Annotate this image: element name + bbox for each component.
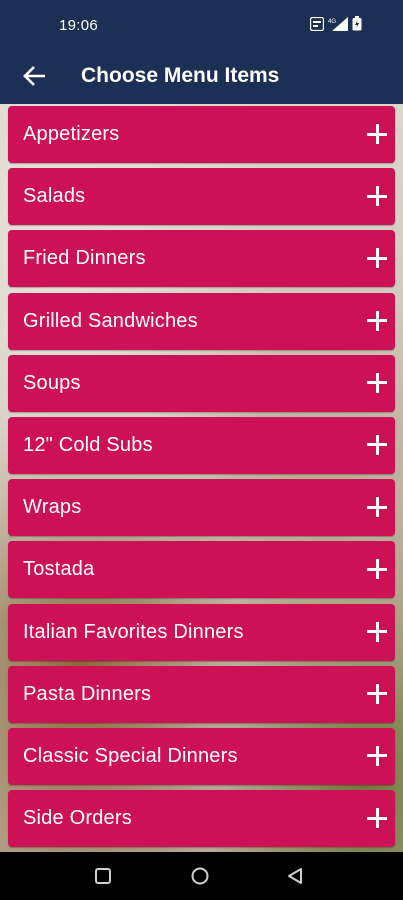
category-label: Italian Favorites Dinners (23, 620, 244, 643)
plus-icon[interactable] (367, 683, 387, 704)
svg-text:4G: 4G (328, 19, 336, 25)
category-label: Fried Dinners (23, 247, 146, 270)
category-grilled-sandwiches[interactable]: Grilled Sandwiches (8, 292, 395, 350)
category-side-orders[interactable]: Side Orders (8, 790, 395, 848)
plus-icon[interactable] (367, 248, 387, 269)
home-icon (191, 867, 209, 885)
menu-category-list: Appetizers Salads Fried Dinners Grilled … (8, 106, 395, 852)
category-appetizers[interactable]: Appetizers (8, 106, 395, 163)
back-button[interactable] (18, 60, 50, 92)
plus-icon[interactable] (367, 310, 387, 331)
category-label: Salads (23, 185, 86, 208)
category-tostada[interactable]: Tostada (8, 541, 395, 599)
plus-icon[interactable] (367, 621, 387, 642)
status-time: 19:06 (59, 17, 99, 34)
category-label: Classic Special Dinners (23, 744, 238, 767)
home-button[interactable] (190, 866, 210, 886)
data-saver-icon (310, 16, 324, 31)
plus-icon[interactable] (367, 124, 387, 144)
back-icon (288, 868, 302, 884)
recents-button[interactable] (93, 866, 113, 886)
category-wraps[interactable]: Wraps (8, 479, 395, 537)
category-fried-dinners[interactable]: Fried Dinners (8, 230, 395, 288)
battery-icon (352, 16, 362, 31)
plus-icon[interactable] (367, 559, 387, 580)
plus-icon[interactable] (367, 434, 387, 455)
status-bar: 19:06 4G (0, 0, 403, 52)
plus-icon[interactable] (367, 808, 387, 829)
category-label: Side Orders (23, 807, 132, 830)
category-pasta-dinners[interactable]: Pasta Dinners (8, 665, 395, 723)
plus-icon[interactable] (367, 186, 387, 207)
plus-icon[interactable] (367, 745, 387, 766)
category-cold-subs[interactable]: 12" Cold Subs (8, 416, 395, 474)
category-soups[interactable]: Soups (8, 354, 395, 412)
category-label: Appetizers (23, 123, 120, 145)
category-classic-special-dinners[interactable]: Classic Special Dinners (8, 727, 395, 785)
category-salads[interactable]: Salads (8, 168, 395, 226)
arrow-left-icon (23, 66, 45, 86)
category-label: Pasta Dinners (23, 682, 152, 705)
status-icons: 4G (310, 16, 362, 31)
nav-back-button[interactable] (285, 866, 305, 886)
category-label: Soups (23, 371, 81, 394)
system-navigation-bar (0, 852, 403, 900)
category-label: 12" Cold Subs (23, 433, 153, 456)
plus-icon[interactable] (367, 372, 387, 393)
category-label: Tostada (23, 558, 95, 581)
plus-icon[interactable] (367, 497, 387, 518)
app-bar: Choose Menu Items (0, 52, 403, 104)
recents-icon (95, 868, 111, 884)
page-title: Choose Menu Items (81, 64, 280, 87)
category-italian-favorites-dinners[interactable]: Italian Favorites Dinners (8, 603, 395, 661)
category-label: Grilled Sandwiches (23, 309, 198, 332)
category-label: Wraps (23, 496, 82, 519)
signal-icon: 4G (328, 16, 348, 31)
